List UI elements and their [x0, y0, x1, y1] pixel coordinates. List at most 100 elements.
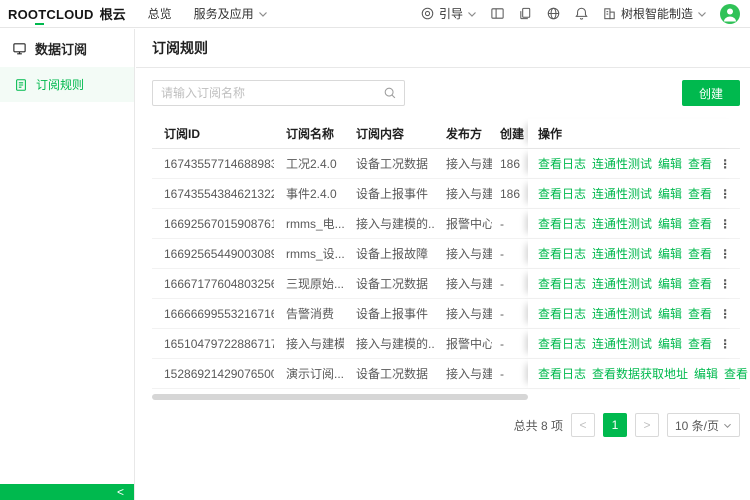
cell-created: 186	[492, 179, 528, 208]
operation-link[interactable]: 查看	[724, 365, 748, 382]
operation-link[interactable]: 查看	[688, 245, 712, 262]
search-icon[interactable]	[383, 86, 397, 100]
pagination: 总共 8 项 < 1 > 10 条/页	[152, 413, 740, 437]
operation-link[interactable]: 查看日志	[538, 185, 586, 202]
operation-link[interactable]: 查看日志	[538, 215, 586, 232]
chevron-down-icon	[258, 10, 268, 18]
operation-link[interactable]: 编辑	[658, 155, 682, 172]
table-row: 1669256701590876161rmms_电...接入与建模的...报警中…	[152, 209, 740, 239]
more-actions-icon[interactable]: ⋮	[718, 157, 731, 171]
cell-subscription-content: 设备上报事件	[344, 299, 434, 328]
cell-subscription-id: 1528692142907650050	[152, 359, 274, 388]
monitor-icon	[12, 41, 27, 56]
operation-link[interactable]: 查看	[688, 335, 712, 352]
prev-page-button[interactable]: <	[571, 413, 595, 437]
guide-menu[interactable]: 引导	[420, 5, 477, 22]
cell-operations: 查看日志连通性测试编辑查看 ⋮	[528, 179, 740, 208]
sidebar-item-label: 订阅规则	[36, 76, 84, 93]
operation-link[interactable]: 编辑	[658, 305, 682, 322]
operation-link[interactable]: 查看日志	[538, 305, 586, 322]
column-header-0: 订阅ID	[152, 119, 274, 148]
operation-link[interactable]: 连通性测试	[592, 215, 652, 232]
rootcloud-logo: ROOTCLOUD 根云	[8, 4, 126, 23]
cell-subscription-content: 设备工况数据	[344, 269, 434, 298]
globe-icon[interactable]	[546, 6, 561, 21]
nav-item-services[interactable]: 服务及应用	[194, 5, 268, 22]
bell-icon[interactable]	[574, 6, 589, 21]
more-actions-icon[interactable]: ⋮	[718, 277, 731, 291]
operation-link[interactable]: 查看日志	[538, 245, 586, 262]
search-box	[152, 80, 405, 106]
cell-operations: 查看日志连通性测试编辑查看 ⋮	[528, 329, 740, 358]
operation-link[interactable]: 编辑	[658, 245, 682, 262]
operation-link[interactable]: 查看	[688, 185, 712, 202]
cell-subscription-content: 接入与建模的...	[344, 329, 434, 358]
collapse-icon: <	[117, 486, 124, 498]
search-input[interactable]	[152, 80, 405, 106]
main-content: 订阅规则 创建 订阅ID订阅名称订阅内容发布方创建操作 167435577146…	[136, 29, 750, 500]
nav-item-overview[interactable]: 总览	[148, 5, 172, 22]
document-icon	[14, 78, 28, 92]
current-page-button[interactable]: 1	[603, 413, 627, 437]
sidebar-group-data-subscription[interactable]: 数据订阅	[0, 29, 134, 67]
cell-created: -	[492, 269, 528, 298]
more-actions-icon[interactable]: ⋮	[718, 247, 731, 261]
cell-publisher: 报警中心	[434, 209, 492, 238]
more-actions-icon[interactable]: ⋮	[718, 337, 731, 351]
guide-icon	[420, 6, 435, 21]
more-actions-icon[interactable]: ⋮	[718, 307, 731, 321]
layout-icon[interactable]	[490, 6, 505, 21]
cell-subscription-id: 1666717760480325634	[152, 269, 274, 298]
next-page-button[interactable]: >	[635, 413, 659, 437]
scrollbar-thumb[interactable]	[152, 394, 528, 400]
operation-link[interactable]: 查看日志	[538, 335, 586, 352]
create-button[interactable]: 创建	[682, 80, 740, 106]
cell-subscription-id: 1674355438462132226	[152, 179, 274, 208]
operation-link[interactable]: 查看	[688, 275, 712, 292]
operation-link[interactable]: 查看日志	[538, 365, 586, 382]
more-actions-icon[interactable]: ⋮	[718, 187, 731, 201]
sidebar-collapse-bar[interactable]: <	[0, 484, 134, 500]
cell-subscription-content: 设备上报故障	[344, 239, 434, 268]
tenant-name: 树根智能制造	[621, 5, 693, 22]
chevron-down-icon	[723, 422, 732, 429]
more-actions-icon[interactable]: ⋮	[718, 217, 731, 231]
sidebar-group-label: 数据订阅	[35, 39, 87, 58]
table-row: 1674355771468898305工况2.4.0设备工况数据接入与建模186…	[152, 149, 740, 179]
operation-link[interactable]: 查看	[688, 305, 712, 322]
cell-created: -	[492, 359, 528, 388]
page-size-select[interactable]: 10 条/页	[667, 413, 740, 437]
cell-subscription-id: 1666669955321671683	[152, 299, 274, 328]
operation-link[interactable]: 连通性测试	[592, 335, 652, 352]
operation-link[interactable]: 连通性测试	[592, 155, 652, 172]
cell-subscription-id: 1669256701590876161	[152, 209, 274, 238]
sidebar-item-subscription-rules[interactable]: 订阅规则	[0, 67, 134, 102]
operation-link[interactable]: 编辑	[658, 275, 682, 292]
cell-created: 186	[492, 149, 528, 178]
operation-link[interactable]: 查看	[688, 155, 712, 172]
document-copy-icon[interactable]	[518, 6, 533, 21]
cell-publisher: 接入与建模	[434, 269, 492, 298]
cell-subscription-content: 设备工况数据	[344, 149, 434, 178]
operation-link[interactable]: 连通性测试	[592, 245, 652, 262]
operation-link[interactable]: 查看日志	[538, 275, 586, 292]
column-header-4: 创建	[492, 119, 528, 148]
toolbar: 创建	[152, 80, 740, 106]
operation-link[interactable]: 编辑	[658, 215, 682, 232]
avatar[interactable]	[720, 4, 740, 24]
operation-link[interactable]: 编辑	[658, 185, 682, 202]
operation-link[interactable]: 查看	[688, 215, 712, 232]
pagination-total: 总共 8 项	[514, 417, 563, 434]
operation-link[interactable]: 查看日志	[538, 155, 586, 172]
operation-link[interactable]: 连通性测试	[592, 185, 652, 202]
table-row: 1666717760480325634三现原始...设备工况数据接入与建模-查看…	[152, 269, 740, 299]
logo-text-en: ROOTCLOUD	[8, 7, 94, 22]
operation-link[interactable]: 编辑	[694, 365, 718, 382]
operation-link[interactable]: 连通性测试	[592, 275, 652, 292]
next-icon: >	[643, 418, 650, 432]
operation-link[interactable]: 查看数据获取地址	[592, 365, 688, 382]
tenant-selector[interactable]: 树根智能制造	[602, 5, 707, 22]
organization-icon	[602, 6, 617, 21]
operation-link[interactable]: 编辑	[658, 335, 682, 352]
operation-link[interactable]: 连通性测试	[592, 305, 652, 322]
